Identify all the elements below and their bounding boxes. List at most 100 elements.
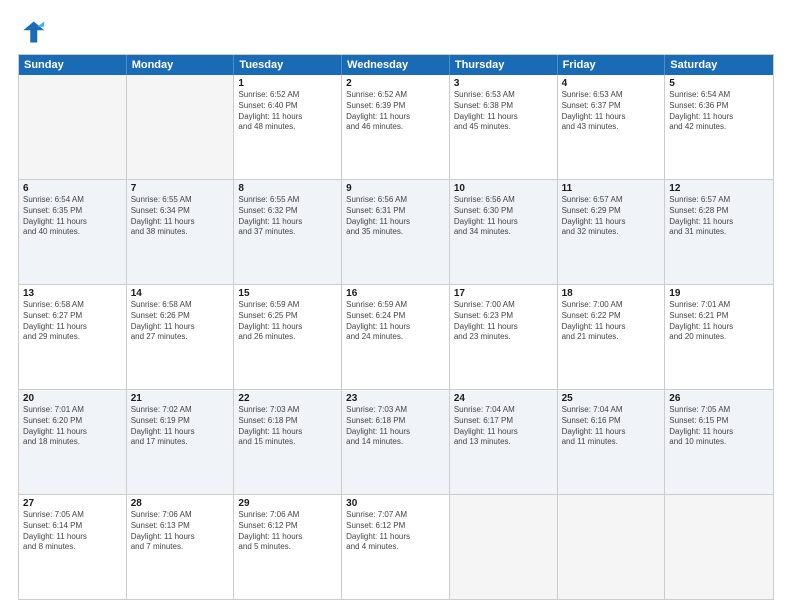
calendar-cell: 29Sunrise: 7:06 AM Sunset: 6:12 PM Dayli…: [234, 495, 342, 599]
day-info: Sunrise: 6:58 AM Sunset: 6:27 PM Dayligh…: [23, 300, 122, 343]
calendar-cell: 27Sunrise: 7:05 AM Sunset: 6:14 PM Dayli…: [19, 495, 127, 599]
day-number: 15: [238, 288, 337, 299]
day-number: 26: [669, 393, 769, 404]
day-number: 9: [346, 183, 445, 194]
calendar-header-cell: Thursday: [450, 55, 558, 75]
day-number: 10: [454, 183, 553, 194]
calendar-cell: 14Sunrise: 6:58 AM Sunset: 6:26 PM Dayli…: [127, 285, 235, 389]
day-info: Sunrise: 6:52 AM Sunset: 6:39 PM Dayligh…: [346, 90, 445, 133]
day-info: Sunrise: 7:04 AM Sunset: 6:17 PM Dayligh…: [454, 405, 553, 448]
day-number: 28: [131, 498, 230, 509]
day-number: 8: [238, 183, 337, 194]
calendar-cell: 20Sunrise: 7:01 AM Sunset: 6:20 PM Dayli…: [19, 390, 127, 494]
day-number: 18: [562, 288, 661, 299]
calendar-body: 1Sunrise: 6:52 AM Sunset: 6:40 PM Daylig…: [19, 75, 773, 599]
day-number: 12: [669, 183, 769, 194]
day-info: Sunrise: 7:06 AM Sunset: 6:12 PM Dayligh…: [238, 510, 337, 553]
calendar-row: 13Sunrise: 6:58 AM Sunset: 6:27 PM Dayli…: [19, 285, 773, 390]
day-number: 14: [131, 288, 230, 299]
calendar-cell: 26Sunrise: 7:05 AM Sunset: 6:15 PM Dayli…: [665, 390, 773, 494]
day-number: 20: [23, 393, 122, 404]
day-number: 25: [562, 393, 661, 404]
day-info: Sunrise: 6:54 AM Sunset: 6:35 PM Dayligh…: [23, 195, 122, 238]
day-number: 4: [562, 78, 661, 89]
calendar-row: 27Sunrise: 7:05 AM Sunset: 6:14 PM Dayli…: [19, 495, 773, 599]
calendar-header-cell: Friday: [558, 55, 666, 75]
calendar-cell: 10Sunrise: 6:56 AM Sunset: 6:30 PM Dayli…: [450, 180, 558, 284]
day-number: 6: [23, 183, 122, 194]
day-info: Sunrise: 7:02 AM Sunset: 6:19 PM Dayligh…: [131, 405, 230, 448]
calendar-cell: 22Sunrise: 7:03 AM Sunset: 6:18 PM Dayli…: [234, 390, 342, 494]
calendar-cell-empty: [665, 495, 773, 599]
day-number: 17: [454, 288, 553, 299]
day-info: Sunrise: 6:53 AM Sunset: 6:38 PM Dayligh…: [454, 90, 553, 133]
day-number: 7: [131, 183, 230, 194]
day-info: Sunrise: 7:05 AM Sunset: 6:14 PM Dayligh…: [23, 510, 122, 553]
calendar-cell: 23Sunrise: 7:03 AM Sunset: 6:18 PM Dayli…: [342, 390, 450, 494]
page: SundayMondayTuesdayWednesdayThursdayFrid…: [0, 0, 792, 612]
day-info: Sunrise: 7:04 AM Sunset: 6:16 PM Dayligh…: [562, 405, 661, 448]
day-number: 3: [454, 78, 553, 89]
calendar-header-cell: Monday: [127, 55, 235, 75]
calendar-cell: 13Sunrise: 6:58 AM Sunset: 6:27 PM Dayli…: [19, 285, 127, 389]
calendar-cell: 17Sunrise: 7:00 AM Sunset: 6:23 PM Dayli…: [450, 285, 558, 389]
calendar-cell-empty: [450, 495, 558, 599]
calendar-cell-empty: [19, 75, 127, 179]
calendar-header-cell: Tuesday: [234, 55, 342, 75]
calendar-cell: 12Sunrise: 6:57 AM Sunset: 6:28 PM Dayli…: [665, 180, 773, 284]
day-info: Sunrise: 6:53 AM Sunset: 6:37 PM Dayligh…: [562, 90, 661, 133]
day-info: Sunrise: 7:06 AM Sunset: 6:13 PM Dayligh…: [131, 510, 230, 553]
day-number: 24: [454, 393, 553, 404]
calendar-cell: 21Sunrise: 7:02 AM Sunset: 6:19 PM Dayli…: [127, 390, 235, 494]
day-info: Sunrise: 6:56 AM Sunset: 6:31 PM Dayligh…: [346, 195, 445, 238]
day-info: Sunrise: 6:59 AM Sunset: 6:24 PM Dayligh…: [346, 300, 445, 343]
day-info: Sunrise: 7:01 AM Sunset: 6:21 PM Dayligh…: [669, 300, 769, 343]
calendar-cell: 18Sunrise: 7:00 AM Sunset: 6:22 PM Dayli…: [558, 285, 666, 389]
day-info: Sunrise: 6:56 AM Sunset: 6:30 PM Dayligh…: [454, 195, 553, 238]
calendar-cell: 30Sunrise: 7:07 AM Sunset: 6:12 PM Dayli…: [342, 495, 450, 599]
calendar-cell: 19Sunrise: 7:01 AM Sunset: 6:21 PM Dayli…: [665, 285, 773, 389]
day-number: 5: [669, 78, 769, 89]
day-number: 11: [562, 183, 661, 194]
calendar-header-cell: Wednesday: [342, 55, 450, 75]
day-info: Sunrise: 6:54 AM Sunset: 6:36 PM Dayligh…: [669, 90, 769, 133]
day-info: Sunrise: 7:07 AM Sunset: 6:12 PM Dayligh…: [346, 510, 445, 553]
header: [18, 18, 774, 46]
calendar-cell: 15Sunrise: 6:59 AM Sunset: 6:25 PM Dayli…: [234, 285, 342, 389]
calendar-cell: 28Sunrise: 7:06 AM Sunset: 6:13 PM Dayli…: [127, 495, 235, 599]
day-number: 23: [346, 393, 445, 404]
day-info: Sunrise: 7:03 AM Sunset: 6:18 PM Dayligh…: [346, 405, 445, 448]
day-info: Sunrise: 6:58 AM Sunset: 6:26 PM Dayligh…: [131, 300, 230, 343]
calendar-cell: 8Sunrise: 6:55 AM Sunset: 6:32 PM Daylig…: [234, 180, 342, 284]
day-info: Sunrise: 7:00 AM Sunset: 6:22 PM Dayligh…: [562, 300, 661, 343]
day-info: Sunrise: 6:55 AM Sunset: 6:34 PM Dayligh…: [131, 195, 230, 238]
calendar-cell: 7Sunrise: 6:55 AM Sunset: 6:34 PM Daylig…: [127, 180, 235, 284]
day-number: 30: [346, 498, 445, 509]
calendar-header-row: SundayMondayTuesdayWednesdayThursdayFrid…: [19, 55, 773, 75]
calendar-cell: 1Sunrise: 6:52 AM Sunset: 6:40 PM Daylig…: [234, 75, 342, 179]
calendar-cell: 3Sunrise: 6:53 AM Sunset: 6:38 PM Daylig…: [450, 75, 558, 179]
day-number: 27: [23, 498, 122, 509]
day-info: Sunrise: 6:55 AM Sunset: 6:32 PM Dayligh…: [238, 195, 337, 238]
day-number: 1: [238, 78, 337, 89]
day-number: 21: [131, 393, 230, 404]
day-number: 29: [238, 498, 337, 509]
day-number: 19: [669, 288, 769, 299]
calendar-cell: 6Sunrise: 6:54 AM Sunset: 6:35 PM Daylig…: [19, 180, 127, 284]
day-info: Sunrise: 6:52 AM Sunset: 6:40 PM Dayligh…: [238, 90, 337, 133]
day-number: 13: [23, 288, 122, 299]
calendar-cell: 16Sunrise: 6:59 AM Sunset: 6:24 PM Dayli…: [342, 285, 450, 389]
calendar-cell: 4Sunrise: 6:53 AM Sunset: 6:37 PM Daylig…: [558, 75, 666, 179]
calendar-row: 6Sunrise: 6:54 AM Sunset: 6:35 PM Daylig…: [19, 180, 773, 285]
calendar-cell: 2Sunrise: 6:52 AM Sunset: 6:39 PM Daylig…: [342, 75, 450, 179]
day-info: Sunrise: 7:00 AM Sunset: 6:23 PM Dayligh…: [454, 300, 553, 343]
calendar-header-cell: Saturday: [665, 55, 773, 75]
calendar-cell-empty: [558, 495, 666, 599]
calendar-row: 20Sunrise: 7:01 AM Sunset: 6:20 PM Dayli…: [19, 390, 773, 495]
day-info: Sunrise: 7:03 AM Sunset: 6:18 PM Dayligh…: [238, 405, 337, 448]
day-number: 16: [346, 288, 445, 299]
day-info: Sunrise: 7:05 AM Sunset: 6:15 PM Dayligh…: [669, 405, 769, 448]
day-number: 22: [238, 393, 337, 404]
calendar-cell: 25Sunrise: 7:04 AM Sunset: 6:16 PM Dayli…: [558, 390, 666, 494]
calendar-cell-empty: [127, 75, 235, 179]
